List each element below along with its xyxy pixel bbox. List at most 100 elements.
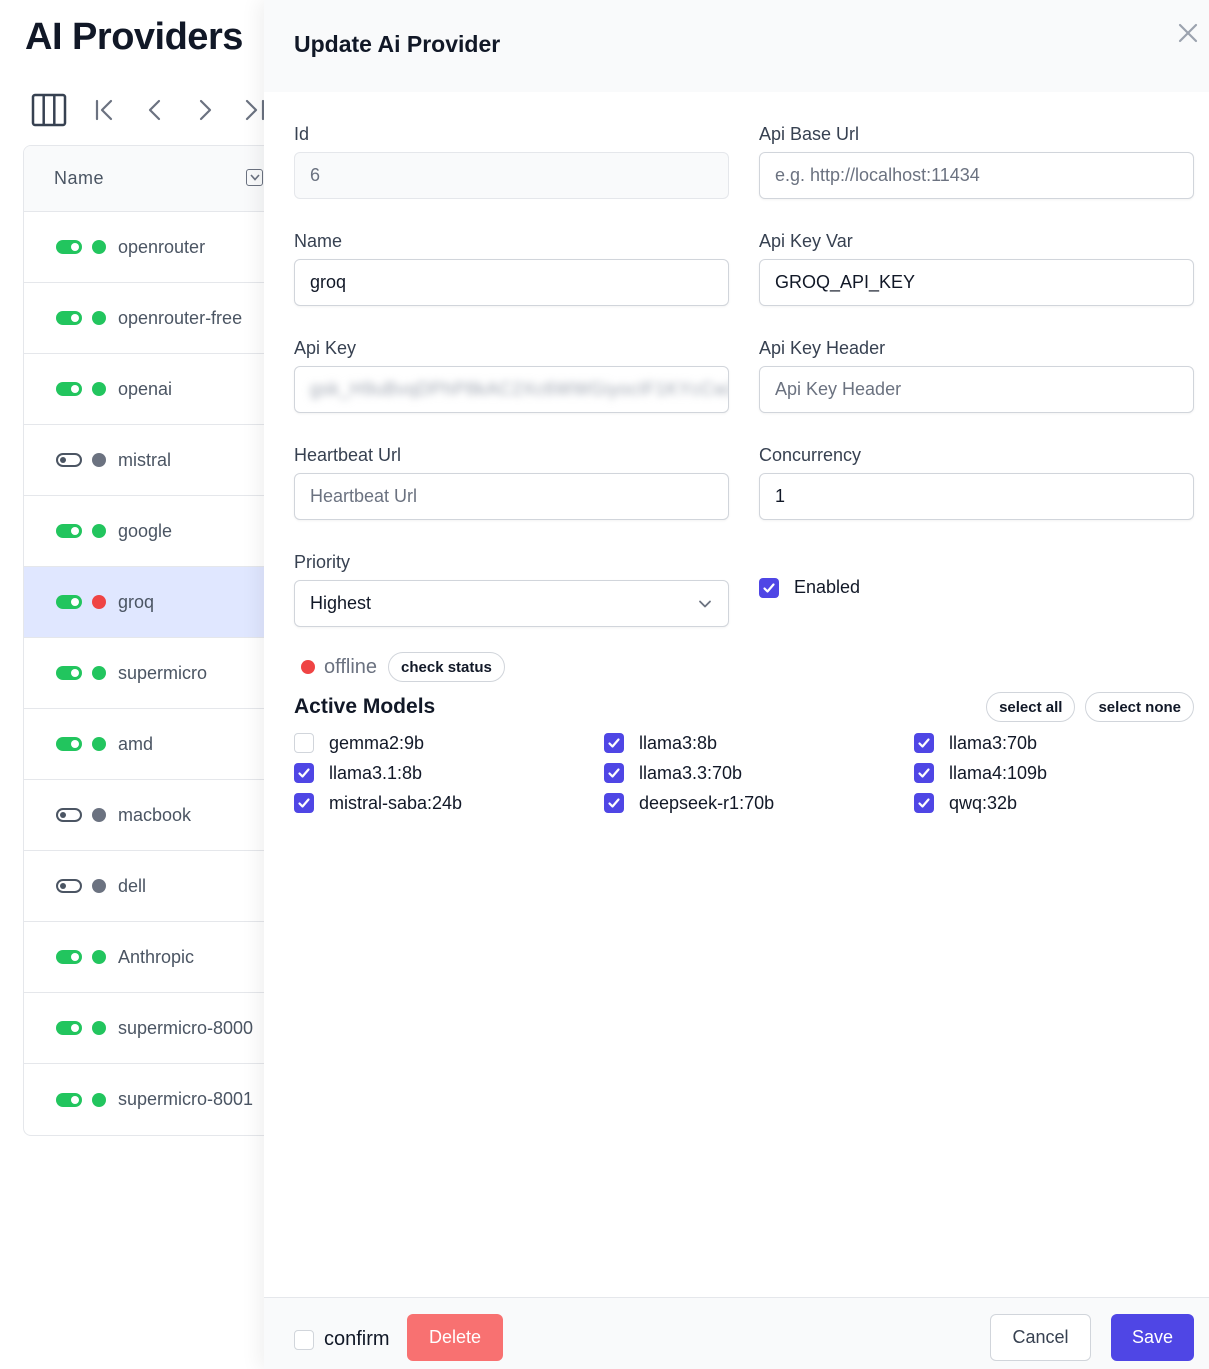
first-page-icon (95, 99, 113, 121)
first-page-button[interactable] (80, 90, 130, 130)
check-icon (918, 768, 930, 778)
table-row[interactable]: google (24, 496, 282, 567)
model-checkbox[interactable] (604, 793, 624, 813)
enabled-toggle-icon[interactable] (56, 382, 82, 396)
enabled-toggle-icon[interactable] (56, 453, 82, 467)
provider-name: openrouter-free (118, 307, 243, 328)
status-dot (92, 950, 106, 964)
model-item[interactable]: mistral-saba:24b (294, 793, 604, 813)
model-label: gemma2:9b (329, 732, 425, 753)
model-checkbox[interactable] (914, 793, 934, 813)
model-item[interactable]: deepseek-r1:70b (604, 793, 914, 813)
enabled-toggle[interactable]: Enabled (759, 577, 860, 598)
close-icon (1178, 23, 1198, 43)
check-icon (608, 768, 620, 778)
column-header-name[interactable]: Name (54, 168, 104, 189)
model-item[interactable]: llama3:8b (604, 733, 914, 753)
status-dot (92, 311, 106, 325)
enabled-toggle-icon[interactable] (56, 240, 82, 254)
table-row[interactable]: openrouter (24, 212, 282, 283)
priority-select[interactable]: Highest (294, 580, 729, 627)
model-checkbox[interactable] (914, 763, 934, 783)
chevron-down-icon (699, 600, 711, 608)
prev-page-icon (148, 99, 161, 121)
model-checkbox[interactable] (294, 763, 314, 783)
table-row[interactable]: supermicro-8001 (24, 1064, 282, 1135)
check-icon (918, 798, 930, 808)
model-checkbox[interactable] (604, 763, 624, 783)
table-row[interactable]: amd (24, 709, 282, 780)
api-key-label: Api Key (294, 338, 357, 358)
select-none-button[interactable]: select none (1085, 692, 1194, 722)
check-status-button[interactable]: check status (388, 652, 505, 682)
enabled-toggle-icon[interactable] (56, 595, 82, 609)
model-item[interactable]: qwq:32b (914, 793, 1194, 813)
model-item[interactable]: llama3.3:70b (604, 763, 914, 783)
cancel-button[interactable]: Cancel (990, 1314, 1091, 1361)
table-row[interactable]: groq (24, 567, 282, 638)
api-key-input[interactable]: gsk_H9uBvqDPhP8kAC2Xc6WWGiyocIF1KYcCw2 (294, 366, 729, 413)
model-item[interactable]: gemma2:9b (294, 733, 604, 753)
api-base-url-input[interactable]: e.g. http://localhost:11434 (759, 152, 1194, 199)
enabled-toggle-icon[interactable] (56, 524, 82, 538)
model-checkbox[interactable] (914, 733, 934, 753)
dialog-header: Update Ai Provider (264, 0, 1209, 92)
name-input[interactable]: groq (294, 259, 729, 306)
api-base-url-placeholder: e.g. http://localhost:11434 (775, 165, 980, 185)
provider-name: supermicro-8001 (118, 1089, 254, 1109)
model-item[interactable]: llama3:70b (914, 733, 1194, 753)
enabled-toggle-icon[interactable] (56, 1021, 82, 1035)
table-row[interactable]: mistral (24, 425, 282, 496)
save-button[interactable]: Save (1111, 1314, 1194, 1361)
models-grid: gemma2:9b llama3:8b llama3:70b llama3.1:8b l… (294, 733, 1194, 813)
columns-icon (31, 93, 67, 127)
enabled-toggle-icon[interactable] (56, 808, 82, 822)
heartbeat-url-placeholder: Heartbeat Url (310, 486, 418, 506)
status-dot (92, 737, 106, 751)
enabled-checkbox[interactable] (759, 577, 779, 598)
concurrency-input[interactable]: 1 (759, 473, 1194, 520)
delete-button[interactable]: Delete (407, 1314, 503, 1361)
table-row[interactable]: macbook (24, 780, 282, 851)
enabled-toggle-icon[interactable] (56, 950, 82, 964)
api-key-var-input[interactable]: GROQ_API_KEY (759, 259, 1194, 306)
table-row[interactable]: openai (24, 354, 282, 425)
columns-button[interactable] (30, 90, 68, 130)
status-dot (92, 1092, 106, 1107)
confirm-checkbox[interactable] (294, 1329, 314, 1350)
confirm-toggle[interactable]: confirm (294, 1328, 390, 1351)
table-row[interactable]: dell (24, 851, 282, 922)
api-key-header-input[interactable]: Api Key Header (759, 366, 1194, 413)
model-checkbox[interactable] (294, 733, 314, 753)
enabled-toggle-icon[interactable] (56, 1092, 82, 1107)
model-item[interactable]: llama3.1:8b (294, 763, 604, 783)
model-item[interactable]: llama4:109b (914, 763, 1194, 783)
next-page-icon (199, 99, 212, 121)
next-page-button[interactable] (180, 90, 230, 130)
model-label: llama3:70b (949, 732, 1038, 753)
provider-name: dell (118, 875, 147, 896)
model-checkbox[interactable] (294, 793, 314, 813)
prev-page-button[interactable] (130, 90, 180, 130)
enabled-toggle-icon[interactable] (56, 879, 82, 893)
close-button[interactable] (1177, 22, 1199, 44)
table-row[interactable]: openrouter-free (24, 283, 282, 354)
heartbeat-url-input[interactable]: Heartbeat Url (294, 473, 729, 520)
enabled-toggle-icon[interactable] (56, 666, 82, 680)
table-row[interactable]: Anthropic (24, 922, 282, 993)
provider-name: supermicro-8000 (118, 1017, 254, 1038)
api-key-header-label: Api Key Header (759, 338, 886, 358)
models-actions: select all select none (986, 692, 1194, 722)
table-row[interactable]: supermicro-8000 (24, 993, 282, 1064)
model-label: llama3:8b (639, 732, 718, 753)
model-label: qwq:32b (949, 792, 1018, 813)
dialog-footer: confirm Delete Cancel Save (264, 1297, 1209, 1369)
model-checkbox[interactable] (604, 733, 624, 753)
filter-icon[interactable] (246, 169, 263, 186)
enabled-toggle-icon[interactable] (56, 737, 82, 751)
concurrency-value: 1 (775, 486, 786, 506)
table-row[interactable]: supermicro (24, 638, 282, 709)
select-all-button[interactable]: select all (986, 692, 1076, 722)
check-icon (608, 798, 620, 808)
enabled-toggle-icon[interactable] (56, 311, 82, 325)
